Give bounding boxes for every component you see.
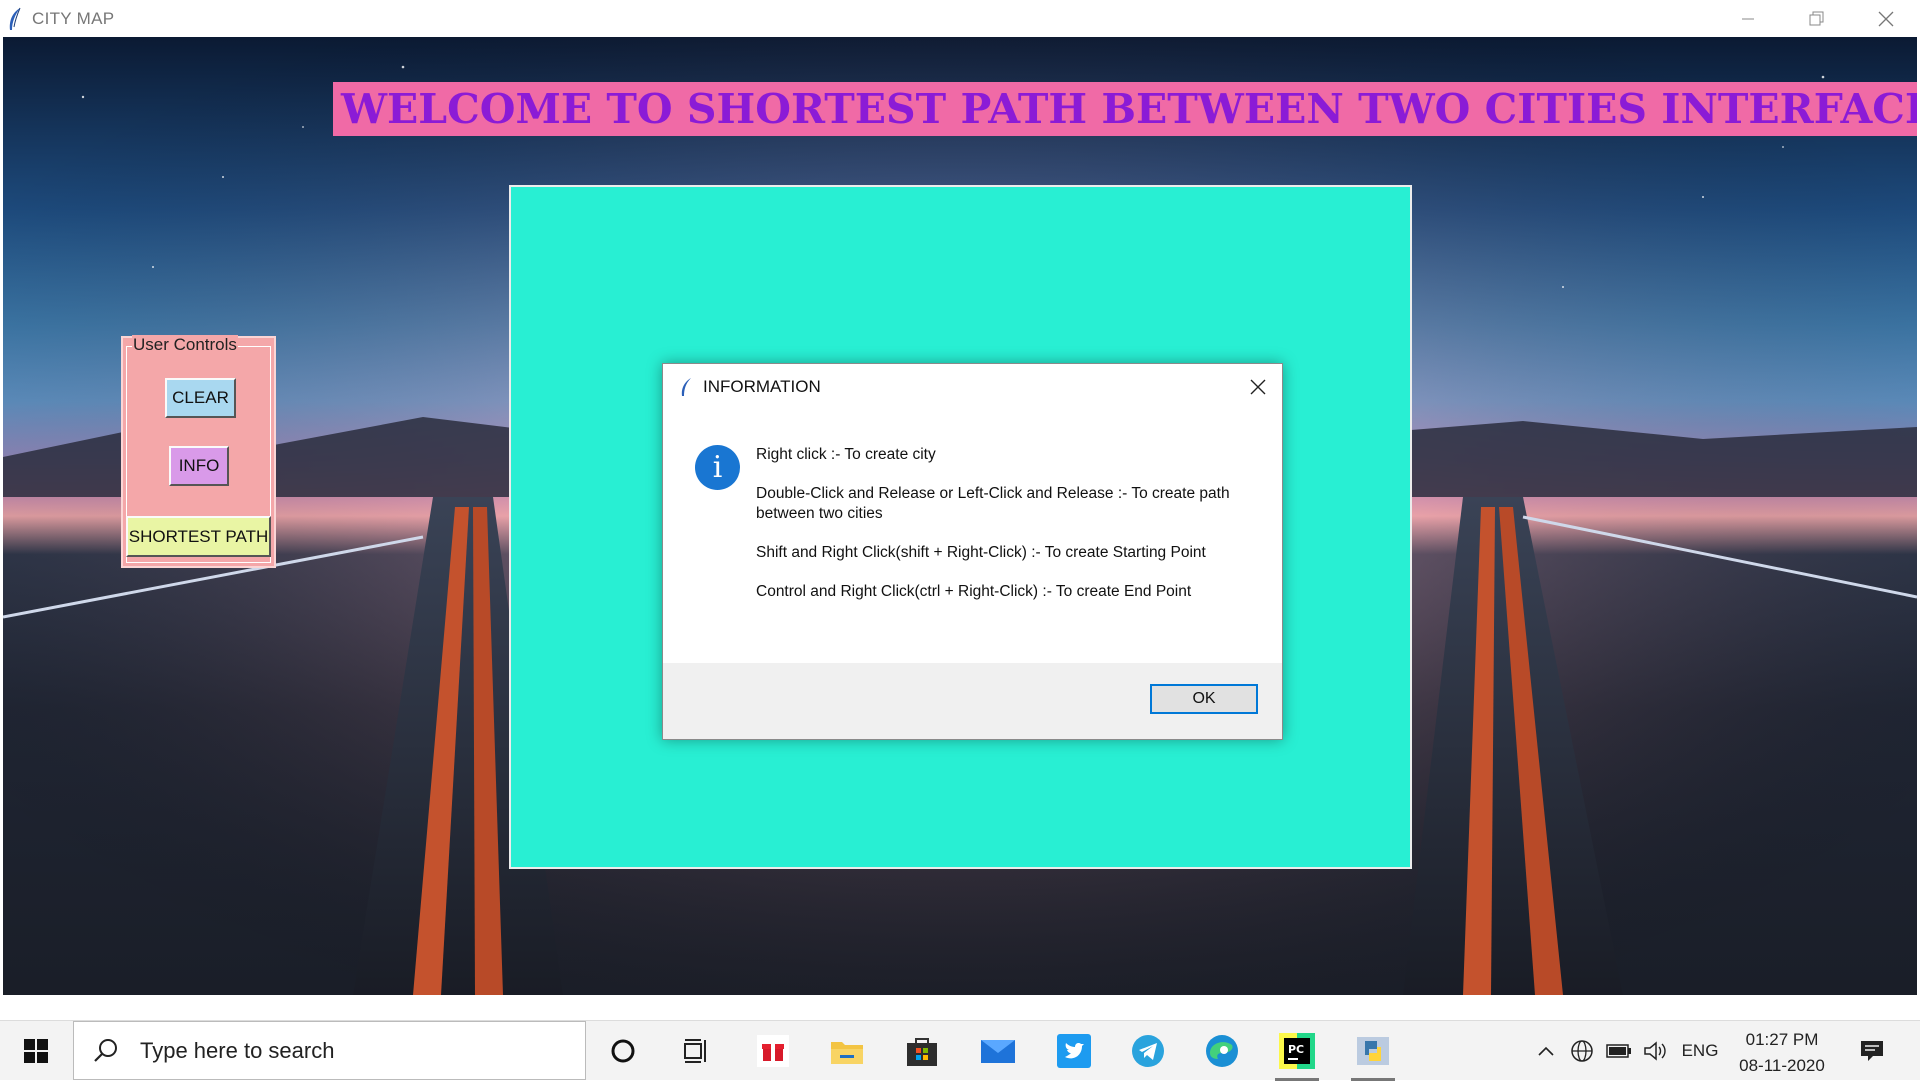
message-line: Control and Right Click(ctrl + Right-Cli… (756, 583, 1192, 600)
message-line: Right click :- To create city (756, 446, 936, 463)
chevron-up-icon (1538, 1046, 1554, 1056)
dialog-titlebar: INFORMATION (663, 364, 1282, 410)
close-icon (1878, 11, 1893, 26)
mail-icon (981, 1040, 1015, 1063)
taskbar-search-box[interactable]: Type here to search (73, 1021, 586, 1080)
message-line: Shift and Right Click(shift + Right-Clic… (756, 544, 1206, 561)
cortana-button[interactable] (599, 1027, 647, 1075)
edge-button[interactable] (1198, 1027, 1246, 1075)
taskbar-clock[interactable]: 01:27 PM 08-11-2020 (1726, 1027, 1838, 1079)
information-dialog: INFORMATION i Right click :- To create c… (662, 363, 1283, 740)
notification-icon (1861, 1041, 1883, 1061)
clear-button[interactable]: CLEAR (165, 378, 236, 418)
gift-icon (757, 1035, 789, 1067)
clock-time: 01:27 PM (1745, 1030, 1819, 1049)
file-explorer-button[interactable] (823, 1027, 871, 1075)
close-button[interactable] (1851, 0, 1920, 37)
welcome-banner: WELCOME TO SHORTEST PATH BETWEEN TWO CIT… (333, 82, 1917, 136)
window-titlebar: CITY MAP (0, 0, 1920, 37)
store-button[interactable] (898, 1027, 946, 1075)
network-button[interactable] (1568, 1021, 1596, 1081)
file-explorer-icon (831, 1042, 863, 1064)
python-icon (1357, 1037, 1389, 1065)
battery-button[interactable] (1604, 1021, 1634, 1081)
user-controls-panel: User Controls CLEAR INFO SHORTEST PATH (121, 335, 276, 568)
edge-icon (1206, 1035, 1238, 1067)
minimize-button[interactable] (1713, 0, 1782, 37)
language-indicator[interactable]: ENG (1678, 1021, 1722, 1081)
start-button[interactable] (0, 1021, 72, 1081)
telegram-icon (1132, 1035, 1164, 1067)
pycharm-button[interactable]: PC (1273, 1027, 1321, 1081)
cortana-icon (611, 1039, 635, 1063)
globe-icon (1571, 1040, 1593, 1062)
search-icon (94, 1038, 117, 1062)
clock-date: 08-11-2020 (1739, 1056, 1825, 1075)
shortest-path-button[interactable]: SHORTEST PATH (126, 516, 271, 557)
minimize-icon (1741, 18, 1754, 19)
dialog-title: INFORMATION (703, 377, 821, 396)
twitter-icon (1057, 1034, 1091, 1068)
svg-text:PC: PC (1288, 1043, 1304, 1056)
tk-feather-icon (9, 7, 21, 30)
store-icon (907, 1038, 937, 1066)
window-title: CITY MAP (32, 8, 115, 28)
taskbar: Type here to search PC ENG 01:27 PM 08-1… (0, 1020, 1920, 1081)
action-center-button[interactable] (1852, 1021, 1892, 1081)
info-icon: i (695, 445, 740, 490)
task-view-button[interactable] (673, 1027, 721, 1075)
restore-icon (1809, 11, 1823, 25)
telegram-button[interactable] (1124, 1027, 1172, 1075)
mail-button[interactable] (974, 1027, 1022, 1075)
dialog-close-button[interactable] (1240, 370, 1276, 404)
message-line: Double-Click and Release or Left-Click a… (756, 485, 1230, 522)
twitter-button[interactable] (1050, 1027, 1098, 1075)
battery-icon (1606, 1044, 1631, 1058)
dialog-message: Right click :- To create city Double-Cli… (756, 445, 1256, 621)
close-icon (1250, 379, 1266, 395)
search-placeholder: Type here to search (140, 1037, 335, 1063)
dialog-footer: OK (663, 663, 1282, 739)
gift-app-button[interactable] (749, 1027, 797, 1075)
show-hidden-icons-button[interactable] (1532, 1021, 1560, 1081)
restore-button[interactable] (1782, 0, 1851, 37)
controls-legend: User Controls (132, 335, 238, 355)
task-view-icon (684, 1039, 706, 1063)
pycharm-icon: PC (1279, 1033, 1315, 1069)
windows-logo-icon (24, 1039, 48, 1063)
ok-button[interactable]: OK (1150, 684, 1258, 714)
speaker-icon (1644, 1041, 1666, 1061)
python-button[interactable] (1349, 1027, 1397, 1081)
tk-feather-icon (681, 378, 691, 396)
info-button[interactable]: INFO (169, 446, 229, 486)
volume-button[interactable] (1640, 1021, 1670, 1081)
